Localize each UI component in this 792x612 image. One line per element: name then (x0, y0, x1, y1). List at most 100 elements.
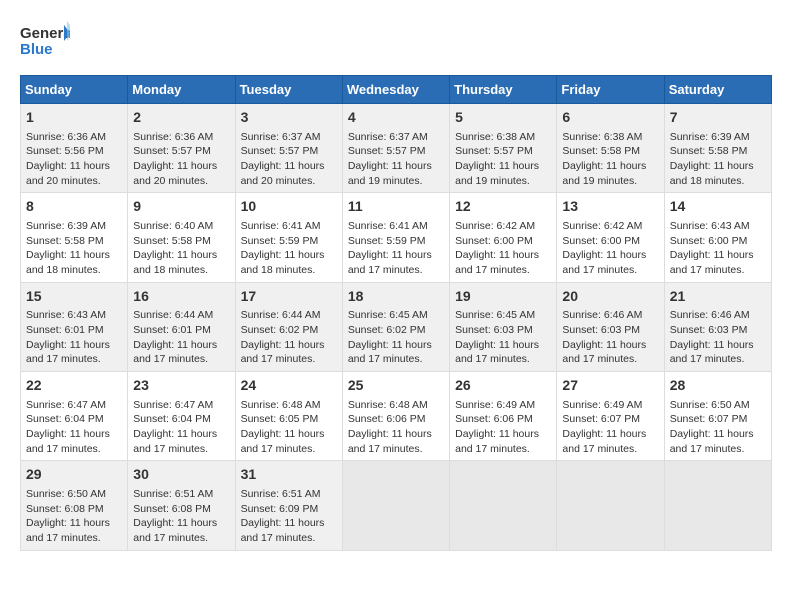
day-info: Sunrise: 6:43 AMSunset: 6:00 PMDaylight:… (670, 220, 754, 276)
calendar-cell: 31 Sunrise: 6:51 AMSunset: 6:09 PMDayligh… (235, 461, 342, 550)
calendar-cell: 5Sunrise: 6:38 AMSunset: 5:57 PMDaylight… (450, 104, 557, 193)
calendar-cell: 17Sunrise: 6:44 AMSunset: 6:02 PMDayligh… (235, 282, 342, 371)
calendar-cell: 15Sunrise: 6:43 AMSunset: 6:01 PMDayligh… (21, 282, 128, 371)
logo-general-text: General (20, 25, 70, 42)
day-number: 17 (241, 287, 337, 307)
calendar-cell: 20Sunrise: 6:46 AMSunset: 6:03 PMDayligh… (557, 282, 664, 371)
day-number: 29 (26, 465, 122, 485)
day-number: 30 (133, 465, 229, 485)
calendar-cell: 1Sunrise: 6:36 AMSunset: 5:56 PMDaylight… (21, 104, 128, 193)
day-info: Sunrise: 6:45 AMSunset: 6:02 PMDaylight:… (348, 309, 432, 365)
day-info: Sunrise: 6:39 AMSunset: 5:58 PMDaylight:… (26, 220, 110, 276)
calendar-cell: 8 Sunrise: 6:39 AMSunset: 5:58 PMDaylight… (21, 193, 128, 282)
day-info: Sunrise: 6:51 AMSunset: 6:09 PMDaylight:… (241, 488, 325, 544)
day-number: 12 (455, 197, 551, 217)
day-number: 22 (26, 376, 122, 396)
day-info: Sunrise: 6:40 AMSunset: 5:58 PMDaylight:… (133, 220, 217, 276)
calendar-cell: 14 Sunrise: 6:43 AMSunset: 6:00 PMDayligh… (664, 193, 771, 282)
day-number: 2 (133, 108, 229, 128)
col-header-tuesday: Tuesday (235, 76, 342, 104)
day-number: 24 (241, 376, 337, 396)
day-info: Sunrise: 6:38 AMSunset: 5:58 PMDaylight:… (562, 131, 646, 187)
day-number: 5 (455, 108, 551, 128)
calendar-cell: 27 Sunrise: 6:49 AMSunset: 6:07 PMDayligh… (557, 372, 664, 461)
day-info: Sunrise: 6:42 AMSunset: 6:00 PMDaylight:… (562, 220, 646, 276)
col-header-saturday: Saturday (664, 76, 771, 104)
day-number: 6 (562, 108, 658, 128)
day-info: Sunrise: 6:44 AMSunset: 6:01 PMDaylight:… (133, 309, 217, 365)
day-number: 4 (348, 108, 444, 128)
day-number: 20 (562, 287, 658, 307)
day-number: 10 (241, 197, 337, 217)
day-number: 3 (241, 108, 337, 128)
col-header-sunday: Sunday (21, 76, 128, 104)
day-info: Sunrise: 6:43 AMSunset: 6:01 PMDaylight:… (26, 309, 110, 365)
calendar-cell (342, 461, 449, 550)
day-number: 14 (670, 197, 766, 217)
calendar-table: SundayMondayTuesdayWednesdayThursdayFrid… (20, 75, 772, 551)
calendar-cell: 2 Sunrise: 6:36 AMSunset: 5:57 PMDaylight… (128, 104, 235, 193)
day-info: Sunrise: 6:47 AMSunset: 6:04 PMDaylight:… (133, 399, 217, 455)
day-number: 16 (133, 287, 229, 307)
calendar-cell (450, 461, 557, 550)
day-info: Sunrise: 6:36 AMSunset: 5:57 PMDaylight:… (133, 131, 217, 187)
col-header-monday: Monday (128, 76, 235, 104)
calendar-cell: 22 Sunrise: 6:47 AMSunset: 6:04 PMDayligh… (21, 372, 128, 461)
calendar-cell (664, 461, 771, 550)
day-info: Sunrise: 6:42 AMSunset: 6:00 PMDaylight:… (455, 220, 539, 276)
day-info: Sunrise: 6:50 AMSunset: 6:08 PMDaylight:… (26, 488, 110, 544)
day-number: 18 (348, 287, 444, 307)
day-info: Sunrise: 6:50 AMSunset: 6:07 PMDaylight:… (670, 399, 754, 455)
calendar-cell: 10 Sunrise: 6:41 AMSunset: 5:59 PMDayligh… (235, 193, 342, 282)
calendar-cell: 16Sunrise: 6:44 AMSunset: 6:01 PMDayligh… (128, 282, 235, 371)
day-number: 13 (562, 197, 658, 217)
calendar-cell: 19Sunrise: 6:45 AMSunset: 6:03 PMDayligh… (450, 282, 557, 371)
day-number: 31 (241, 465, 337, 485)
day-number: 25 (348, 376, 444, 396)
day-number: 21 (670, 287, 766, 307)
day-info: Sunrise: 6:41 AMSunset: 5:59 PMDaylight:… (241, 220, 325, 276)
calendar-week-row: 22 Sunrise: 6:47 AMSunset: 6:04 PMDayligh… (21, 372, 772, 461)
day-info: Sunrise: 6:37 AMSunset: 5:57 PMDaylight:… (241, 131, 325, 187)
day-info: Sunrise: 6:45 AMSunset: 6:03 PMDaylight:… (455, 309, 539, 365)
day-info: Sunrise: 6:48 AMSunset: 6:05 PMDaylight:… (241, 399, 325, 455)
calendar-cell: 9 Sunrise: 6:40 AMSunset: 5:58 PMDaylight… (128, 193, 235, 282)
day-number: 15 (26, 287, 122, 307)
day-number: 7 (670, 108, 766, 128)
calendar-cell: 13 Sunrise: 6:42 AMSunset: 6:00 PMDayligh… (557, 193, 664, 282)
calendar-cell: 12 Sunrise: 6:42 AMSunset: 6:00 PMDayligh… (450, 193, 557, 282)
calendar-cell: 11 Sunrise: 6:41 AMSunset: 5:59 PMDayligh… (342, 193, 449, 282)
day-info: Sunrise: 6:47 AMSunset: 6:04 PMDaylight:… (26, 399, 110, 455)
logo: General Blue (20, 20, 70, 65)
page-header: General Blue (20, 20, 772, 65)
calendar-cell: 25 Sunrise: 6:48 AMSunset: 6:06 PMDayligh… (342, 372, 449, 461)
calendar-cell: 18Sunrise: 6:45 AMSunset: 6:02 PMDayligh… (342, 282, 449, 371)
day-number: 19 (455, 287, 551, 307)
calendar-cell: 29 Sunrise: 6:50 AMSunset: 6:08 PMDayligh… (21, 461, 128, 550)
day-info: Sunrise: 6:48 AMSunset: 6:06 PMDaylight:… (348, 399, 432, 455)
calendar-cell: 30Sunrise: 6:51 AMSunset: 6:08 PMDayligh… (128, 461, 235, 550)
day-info: Sunrise: 6:41 AMSunset: 5:59 PMDaylight:… (348, 220, 432, 276)
day-info: Sunrise: 6:46 AMSunset: 6:03 PMDaylight:… (670, 309, 754, 365)
calendar-header-row: SundayMondayTuesdayWednesdayThursdayFrid… (21, 76, 772, 104)
col-header-friday: Friday (557, 76, 664, 104)
day-number: 1 (26, 108, 122, 128)
day-info: Sunrise: 6:49 AMSunset: 6:07 PMDaylight:… (562, 399, 646, 455)
day-number: 27 (562, 376, 658, 396)
day-number: 11 (348, 197, 444, 217)
day-number: 23 (133, 376, 229, 396)
col-header-wednesday: Wednesday (342, 76, 449, 104)
logo-container: General Blue (20, 20, 70, 65)
calendar-week-row: 8 Sunrise: 6:39 AMSunset: 5:58 PMDaylight… (21, 193, 772, 282)
calendar-cell: 7 Sunrise: 6:39 AMSunset: 5:58 PMDaylight… (664, 104, 771, 193)
calendar-cell: 21Sunrise: 6:46 AMSunset: 6:03 PMDayligh… (664, 282, 771, 371)
calendar-cell (557, 461, 664, 550)
day-info: Sunrise: 6:46 AMSunset: 6:03 PMDaylight:… (562, 309, 646, 365)
day-number: 9 (133, 197, 229, 217)
day-info: Sunrise: 6:39 AMSunset: 5:58 PMDaylight:… (670, 131, 754, 187)
day-info: Sunrise: 6:37 AMSunset: 5:57 PMDaylight:… (348, 131, 432, 187)
day-number: 8 (26, 197, 122, 217)
day-info: Sunrise: 6:49 AMSunset: 6:06 PMDaylight:… (455, 399, 539, 455)
calendar-week-row: 1Sunrise: 6:36 AMSunset: 5:56 PMDaylight… (21, 104, 772, 193)
calendar-cell: 28Sunrise: 6:50 AMSunset: 6:07 PMDayligh… (664, 372, 771, 461)
